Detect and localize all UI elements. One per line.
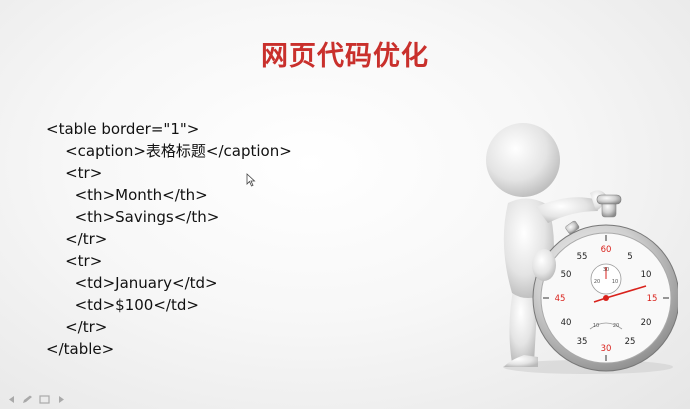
dial-number: 50 [561, 270, 572, 280]
slide-title: 网页代码优化 [261, 41, 429, 72]
code-line: <table border="1"> [46, 120, 200, 138]
dial-number: 45 [555, 294, 566, 304]
presentation-toolbar [0, 391, 690, 409]
stopwatch-figure-illustration: 60 5 10 15 20 25 30 35 40 45 50 55 30 10… [486, 123, 678, 374]
dial-number: 60 [601, 245, 612, 255]
presentation-slide: 网页代码优化 <table border="1"> <caption>表格标题<… [0, 0, 690, 409]
dial-number: 15 [647, 294, 658, 304]
dial-number: 30 [601, 344, 612, 354]
code-line: <td>January</td> [46, 274, 218, 292]
cursor-icon [246, 173, 256, 187]
dial-number: 55 [577, 252, 588, 262]
sub-dial-number: 20 [594, 279, 600, 285]
code-line: </table> [46, 340, 115, 358]
dial-number: 20 [641, 318, 652, 328]
dial-number: 40 [561, 318, 572, 328]
next-slide-icon[interactable] [56, 395, 67, 404]
sub-dial-number: 10 [612, 279, 618, 285]
dial-number: 25 [625, 337, 636, 347]
dial-number: 10 [641, 270, 652, 280]
code-line: <th>Month</th> [46, 186, 208, 204]
sub-dial-number: 10 [593, 323, 599, 329]
code-line: </tr> [46, 230, 108, 248]
dial-number: 5 [627, 252, 632, 262]
code-line: <td>$100</td> [46, 296, 199, 314]
slides-icon[interactable] [39, 395, 50, 404]
dial-number: 35 [577, 337, 588, 347]
pen-icon[interactable] [22, 395, 33, 404]
sub-dial-number: 20 [613, 323, 619, 329]
code-block: <table border="1"> <caption>表格标题</captio… [46, 118, 292, 360]
code-line: <tr> [46, 252, 103, 270]
prev-slide-icon[interactable] [6, 395, 17, 404]
code-line: <th>Savings</th> [46, 208, 220, 226]
code-line: <caption>表格标题</caption> [46, 142, 292, 160]
code-line: </tr> [46, 318, 108, 336]
